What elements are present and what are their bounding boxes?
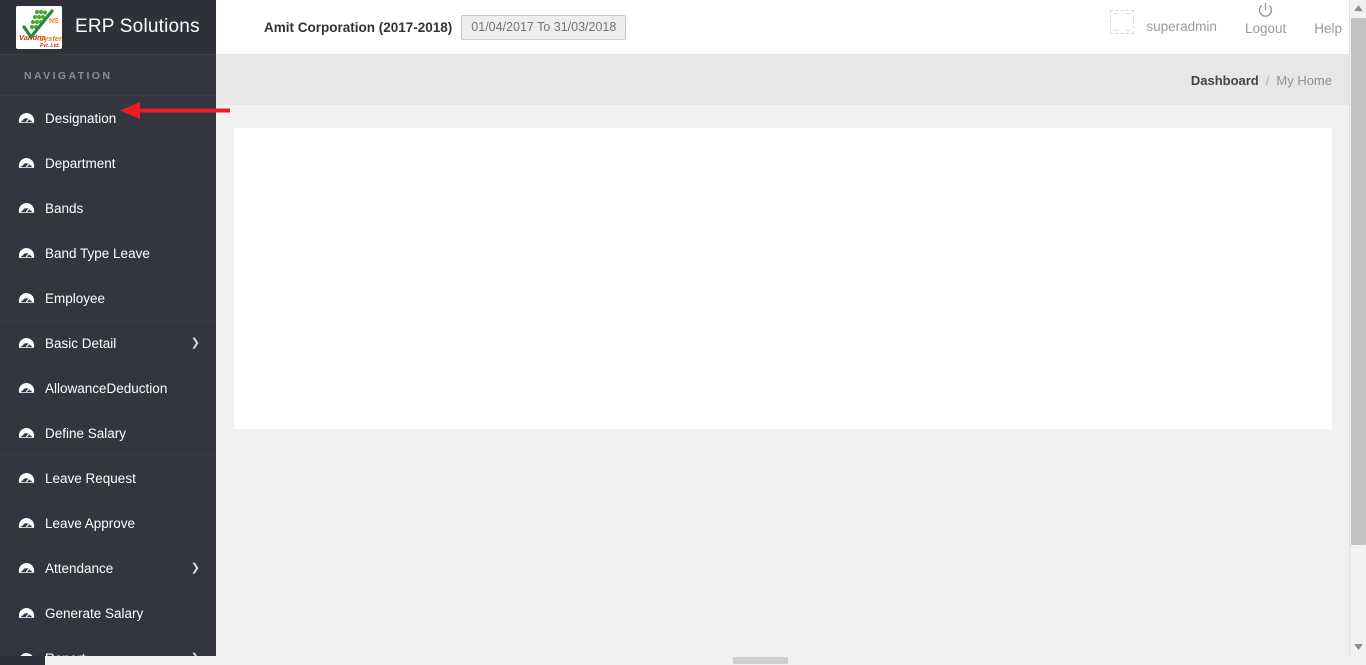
horizontal-scrollbar-thumb[interactable] [733,657,788,664]
vandna-systems-logo: NS Vandna System Pvt. Ltd. [16,5,62,49]
erp-application-window: NS Vandna System Pvt. Ltd. ERP Solutions… [0,0,1366,665]
sidebar-item-label: Band Type Leave [45,245,150,261]
svg-text:Pvt. Ltd.: Pvt. Ltd. [40,43,60,49]
content-panel [234,128,1332,429]
sidebar-item-generate-salary[interactable]: Generate Salary [0,591,216,636]
broken-image-avatar-icon [1110,10,1135,34]
sidebar-item-label: Employee [45,290,106,306]
nav-heading: NAVIGATION [0,55,216,96]
sidebar-item-allowancededuction[interactable]: AllowanceDeduction [0,366,216,411]
main-content-area [216,105,1366,665]
svg-text:NS: NS [49,18,59,25]
sidebar-item-leave-request[interactable]: Leave Request [0,456,216,501]
sidebar-item-label: Define Salary [45,425,127,441]
dashboard-gauge-icon [18,335,45,352]
chevron-right-icon: ❯ [190,336,200,349]
sidebar-nav-list: Designation Department Bands Band Type Leav… [0,96,216,665]
breadcrumb-parent[interactable]: My Home [1276,73,1332,88]
dashboard-gauge-icon [18,155,45,172]
dashboard-gauge-icon [18,290,45,307]
breadcrumb: Dashboard / My Home [1191,55,1332,105]
sidebar-item-label: Leave Request [45,470,136,486]
chevron-right-icon: ❯ [190,561,200,574]
breadcrumb-band: Dashboard / My Home [216,55,1366,105]
dashboard-gauge-icon [18,380,45,397]
help-icon [1320,2,1337,19]
horizontal-scrollbar-track-dark [0,656,45,665]
sidebar-item-label: AllowanceDeduction [45,380,168,396]
sidebar: NS Vandna System Pvt. Ltd. ERP Solutions… [0,0,216,665]
logout-button[interactable]: Logout [1245,2,1286,36]
sidebar-item-label: Basic Detail [45,335,117,351]
sidebar-item-label: Leave Approve [45,515,136,531]
user-name[interactable]: superadmin [1146,19,1217,34]
help-label: Help [1314,21,1342,36]
sidebar-item-label: Bands [45,200,84,216]
user-actions: superadmin Logout Help [1110,0,1342,55]
sidebar-item-label: Generate Salary [45,605,144,621]
sidebar-item-leave-approve[interactable]: Leave Approve [0,501,216,546]
dashboard-gauge-icon [18,605,45,622]
vertical-scrollbar-thumb[interactable] [1351,18,1366,545]
dashboard-gauge-icon [18,245,45,262]
scroll-down-arrow-icon[interactable] [1350,639,1366,656]
sidebar-item-label: Attendance [45,560,114,576]
dashboard-gauge-icon [18,110,45,127]
sidebar-item-label: Department [45,155,116,171]
financial-year-range[interactable]: 01/04/2017 To 31/03/2018 [461,14,627,41]
sidebar-item-designation[interactable]: Designation [0,96,216,141]
brand-header[interactable]: NS Vandna System Pvt. Ltd. ERP Solutions [0,0,216,55]
horizontal-scrollbar[interactable] [0,656,1366,665]
sidebar-item-label: Designation [45,110,117,126]
sidebar-item-employee[interactable]: Employee [0,276,216,321]
top-header-bar: Amit Corporation (2017-2018) 01/04/2017 … [216,0,1366,55]
dashboard-gauge-icon [18,560,45,577]
sidebar-item-basic-detail[interactable]: Basic Detail ❯ [0,321,216,366]
logout-label: Logout [1244,21,1287,36]
company-name: Amit Corporation (2017-2018) [264,20,453,35]
sidebar-item-bands[interactable]: Bands [0,186,216,231]
brand-title: ERP Solutions [75,16,200,37]
sidebar-item-department[interactable]: Department [0,141,216,186]
dashboard-gauge-icon [18,425,45,442]
scroll-up-arrow-icon[interactable] [1350,0,1366,17]
breadcrumb-separator: / [1265,72,1270,88]
breadcrumb-current[interactable]: Dashboard [1191,73,1259,88]
sidebar-item-band-type-leave[interactable]: Band Type Leave [0,231,216,276]
dashboard-gauge-icon [18,200,45,217]
dashboard-gauge-icon [18,515,45,532]
sidebar-item-attendance[interactable]: Attendance ❯ [0,546,216,591]
company-context: Amit Corporation (2017-2018) 01/04/2017 … [264,0,627,55]
sidebar-item-define-salary[interactable]: Define Salary [0,411,216,456]
vertical-scrollbar[interactable] [1349,0,1366,665]
help-button[interactable]: Help [1314,2,1342,36]
power-icon [1257,2,1274,19]
svg-text:System: System [39,34,62,43]
dashboard-gauge-icon [18,470,45,487]
